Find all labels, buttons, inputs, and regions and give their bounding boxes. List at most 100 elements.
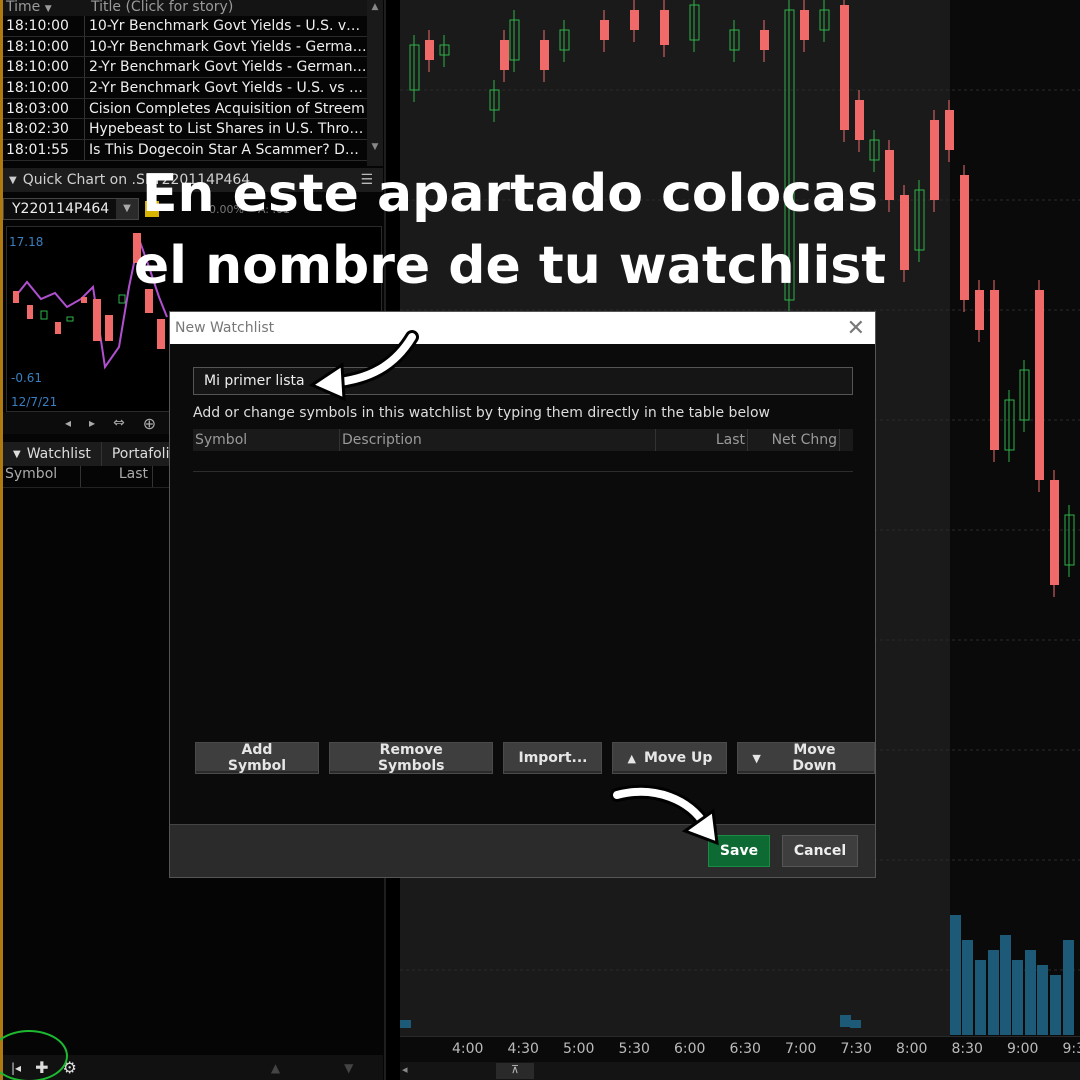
news-time: 18:03:00 xyxy=(3,98,85,119)
candle-body xyxy=(945,110,954,150)
volume-bar xyxy=(840,1015,851,1027)
caption: En este apartado colocas el nombre de tu… xyxy=(0,158,1020,302)
news-time: 18:10:00 xyxy=(3,16,85,36)
col-net-change[interactable]: Net Chng xyxy=(748,429,840,451)
add-symbol-button[interactable]: Add Symbol xyxy=(195,742,319,774)
volume-bar xyxy=(1050,975,1061,1035)
candle-body xyxy=(600,20,609,40)
dialog-title-bar: New Watchlist ✕ xyxy=(170,312,875,344)
candle-body xyxy=(500,40,509,70)
time-tick-label: 9:3 xyxy=(1062,1041,1080,1057)
tab-label: Watchlist xyxy=(26,446,91,462)
time-tick-label: 8:00 xyxy=(896,1041,928,1057)
scroll-up-icon[interactable]: ▲ xyxy=(271,1061,280,1075)
scroll-down-icon[interactable]: ▼ xyxy=(367,142,383,152)
dialog-footer: Save Cancel xyxy=(170,824,875,877)
close-icon[interactable]: ✕ xyxy=(847,316,865,341)
move-down-button[interactable]: ▼ Move Down xyxy=(737,742,875,774)
time-axis: 4:00 4:30 5:00 5:30 6:00 6:30 7:00 7:30 8:00 8:30… xyxy=(400,1036,1080,1062)
candle-body xyxy=(425,40,434,60)
time-tick-label: 7:30 xyxy=(840,1041,872,1057)
candle-body xyxy=(855,100,864,140)
col-description[interactable]: Description xyxy=(340,429,656,451)
volume-bar xyxy=(400,1020,411,1028)
news-time: 18:02:30 xyxy=(3,119,85,140)
table-divider xyxy=(193,471,853,472)
news-time: 18:10:00 xyxy=(3,57,85,78)
candle-body xyxy=(540,40,549,70)
candle-body xyxy=(760,30,769,50)
volume-bar xyxy=(1063,940,1074,1035)
import-button[interactable]: Import... xyxy=(503,742,603,774)
cancel-button[interactable]: Cancel xyxy=(782,835,858,867)
button-label: Move Down xyxy=(792,742,837,774)
news-title: 10-Yr Benchmark Govt Yields - Germany... xyxy=(89,38,367,55)
sort-down-icon: ▼ xyxy=(44,4,52,14)
news-row[interactable]: 18:10:00 2-Yr Benchmark Govt Yields - Ger… xyxy=(3,57,383,79)
scroll-thumb[interactable]: ⊼ xyxy=(496,1063,534,1079)
col-symbol[interactable]: Symbol xyxy=(3,466,81,487)
time-tick-label: 5:00 xyxy=(563,1041,595,1057)
scroll-right-icon[interactable]: ▸ xyxy=(89,416,95,430)
volume-bar xyxy=(1000,935,1011,1035)
news-table: Time ▼ Title (Click for story) 18:10:00 1… xyxy=(3,0,383,166)
new-watchlist-dialog: New Watchlist ✕ Add or change symbols in… xyxy=(169,311,876,878)
candle-body xyxy=(800,10,809,40)
time-tick-label: 6:00 xyxy=(674,1041,706,1057)
dialog-hint: Add or change symbols in this watchlist … xyxy=(193,405,770,421)
news-row[interactable]: 18:02:30 Hypebeast to List Shares in U.S.… xyxy=(3,119,383,141)
volume-bar xyxy=(950,915,961,1035)
symbols-table-header: Symbol Description Last Net Chng xyxy=(193,429,853,451)
triangle-down-icon: ▼ xyxy=(752,751,761,765)
chevron-down-icon: ▼ xyxy=(13,448,21,460)
news-title: Is This Dogecoin Star A Scammer? DOGE... xyxy=(89,141,367,158)
col-last[interactable]: Last xyxy=(81,466,153,487)
volume-bar xyxy=(850,1020,861,1028)
move-up-button[interactable]: ▲ Move Up xyxy=(612,742,728,774)
news-row[interactable]: 18:10:00 2-Yr Benchmark Govt Yields - U.S… xyxy=(3,78,383,99)
crosshair-icon[interactable]: ⊕ xyxy=(143,414,156,433)
col-symbol[interactable]: Symbol xyxy=(193,429,340,451)
time-tick-label: 7:00 xyxy=(785,1041,817,1057)
candle-body xyxy=(660,10,669,45)
news-time: 18:01:55 xyxy=(3,140,85,160)
news-scrollbar[interactable]: ▲ ▼ xyxy=(367,0,383,166)
remove-symbols-button[interactable]: Remove Symbols xyxy=(328,742,494,774)
watchlist-name-input[interactable] xyxy=(193,367,853,395)
news-row[interactable]: 18:10:00 10-Yr Benchmark Govt Yields - U.… xyxy=(3,16,383,37)
news-title: Cision Completes Acquisition of Streem xyxy=(89,100,365,117)
triangle-up-icon: ▲ xyxy=(627,751,636,765)
news-row[interactable]: 18:03:00 Cision Completes Acquisition of … xyxy=(3,98,383,120)
candle-body xyxy=(1050,480,1059,585)
time-tick-label: 5:30 xyxy=(618,1041,650,1057)
news-title: Hypebeast to List Shares in U.S. Throug.… xyxy=(89,121,367,138)
scroll-left-icon[interactable]: ◂ xyxy=(402,1063,408,1076)
tab-watchlist[interactable]: ▼ Watchlist xyxy=(3,442,102,466)
news-col-title[interactable]: Title (Click for story) xyxy=(87,0,383,16)
dialog-actions: Add Symbol Remove Symbols Import... ▲ Mov… xyxy=(195,742,875,774)
scroll-left-icon[interactable]: ◂ xyxy=(65,416,71,430)
scroll-down-icon[interactable]: ▼ xyxy=(344,1061,353,1075)
news-title: 10-Yr Benchmark Govt Yields - U.S. vs O.… xyxy=(89,17,367,34)
candle-body xyxy=(840,5,849,130)
news-title: 2-Yr Benchmark Govt Yields - U.S. vs Ot.… xyxy=(89,79,367,96)
news-row[interactable]: 18:10:00 10-Yr Benchmark Govt Yields - Ge… xyxy=(3,36,383,58)
annotation-circle xyxy=(0,1030,68,1080)
time-tick-label: 4:00 xyxy=(452,1041,484,1057)
volume-bar xyxy=(1012,960,1023,1035)
news-header: Time ▼ Title (Click for story) xyxy=(3,0,383,16)
caption-line-1: En este apartado colocas xyxy=(141,164,879,224)
time-tick-label: 4:30 xyxy=(507,1041,539,1057)
time-tick-label: 6:30 xyxy=(729,1041,761,1057)
time-tick-label: 8:30 xyxy=(951,1041,983,1057)
volume-bar xyxy=(988,950,999,1035)
scroll-up-icon[interactable]: ▲ xyxy=(367,2,383,12)
volume-bar xyxy=(1025,950,1036,1035)
news-col-time[interactable]: Time ▼ xyxy=(3,0,87,16)
pan-icon[interactable]: ⇔ xyxy=(113,415,125,431)
news-time: 18:10:00 xyxy=(3,78,85,98)
volume-bar xyxy=(975,960,986,1035)
time-tick-label: 9:00 xyxy=(1007,1041,1039,1057)
col-last[interactable]: Last xyxy=(656,429,748,451)
chart-scrollbar[interactable]: ◂ ⊼ xyxy=(400,1062,1080,1080)
